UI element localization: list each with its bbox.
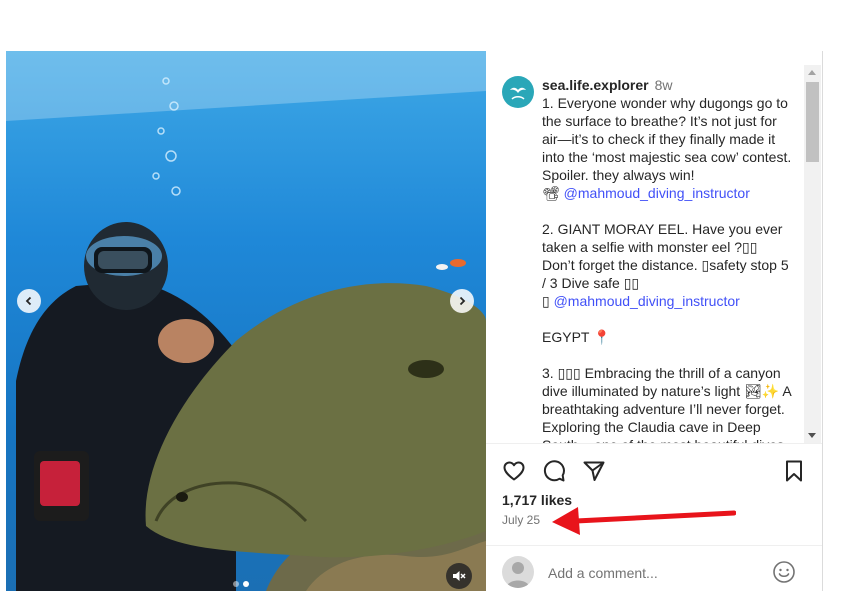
carousel-next-button[interactable] xyxy=(450,289,474,313)
divider xyxy=(486,545,822,546)
mention-link[interactable]: @mahmoud_diving_instructor xyxy=(564,185,750,201)
caption-text: 1. Everyone wonder why dugongs go to the… xyxy=(542,95,796,183)
chevron-right-icon xyxy=(459,296,466,306)
paper-plane-icon[interactable] xyxy=(582,459,606,483)
caption-scroll-area[interactable]: sea.life.explorer 8w 1. Everyone wonder w… xyxy=(486,65,804,443)
carousel-prev-button[interactable] xyxy=(17,289,41,313)
caption-text: EGYPT 📍 xyxy=(542,329,611,345)
underwater-photo xyxy=(6,51,486,591)
scroll-thumb[interactable] xyxy=(806,82,819,162)
heart-icon[interactable] xyxy=(502,459,526,483)
post-time-ago[interactable]: 8w xyxy=(655,77,673,93)
current-user-avatar[interactable] xyxy=(502,556,534,588)
post-caption: sea.life.explorer 8w 1. Everyone wonder w… xyxy=(542,76,792,443)
post-actions xyxy=(502,459,806,483)
caption-text: 3. ▯▯▯ Embracing the thrill of a canyon … xyxy=(542,365,791,443)
caption-text: 2. GIANT MORAY EEL. Have you ever taken … xyxy=(542,221,793,291)
whale-tail-icon xyxy=(510,87,526,100)
post-media[interactable] xyxy=(6,51,486,591)
add-comment-row xyxy=(502,556,806,588)
red-arrow-annotation xyxy=(552,507,736,535)
smiley-icon[interactable] xyxy=(772,560,796,584)
mute-button[interactable] xyxy=(446,563,472,589)
post-date[interactable]: July 25 xyxy=(502,513,540,527)
scroll-up-arrow-icon[interactable] xyxy=(808,70,816,75)
bookmark-icon[interactable] xyxy=(782,459,806,483)
chevron-left-icon xyxy=(25,296,32,306)
carousel-indicator xyxy=(233,581,249,587)
caption-scrollbar[interactable] xyxy=(804,65,821,443)
divider xyxy=(486,443,822,444)
author-username[interactable]: sea.life.explorer xyxy=(542,77,649,93)
scroll-down-arrow-icon[interactable] xyxy=(808,433,816,438)
comment-input[interactable] xyxy=(546,562,760,584)
user-silhouette-icon xyxy=(506,562,530,588)
caption-prefix: ▯ xyxy=(542,293,554,309)
carousel-dot xyxy=(233,581,239,587)
speaker-muted-icon xyxy=(453,571,466,581)
mention-link[interactable]: @mahmoud_diving_instructor xyxy=(554,293,740,309)
caption-prefix: 📽 xyxy=(542,185,564,201)
post-sidebar: sea.life.explorer 8w 1. Everyone wonder w… xyxy=(486,51,823,591)
comment-icon[interactable] xyxy=(542,459,566,483)
author-avatar[interactable] xyxy=(502,76,534,108)
instagram-post: sea.life.explorer 8w 1. Everyone wonder w… xyxy=(6,51,823,591)
carousel-dot-active xyxy=(243,581,249,587)
